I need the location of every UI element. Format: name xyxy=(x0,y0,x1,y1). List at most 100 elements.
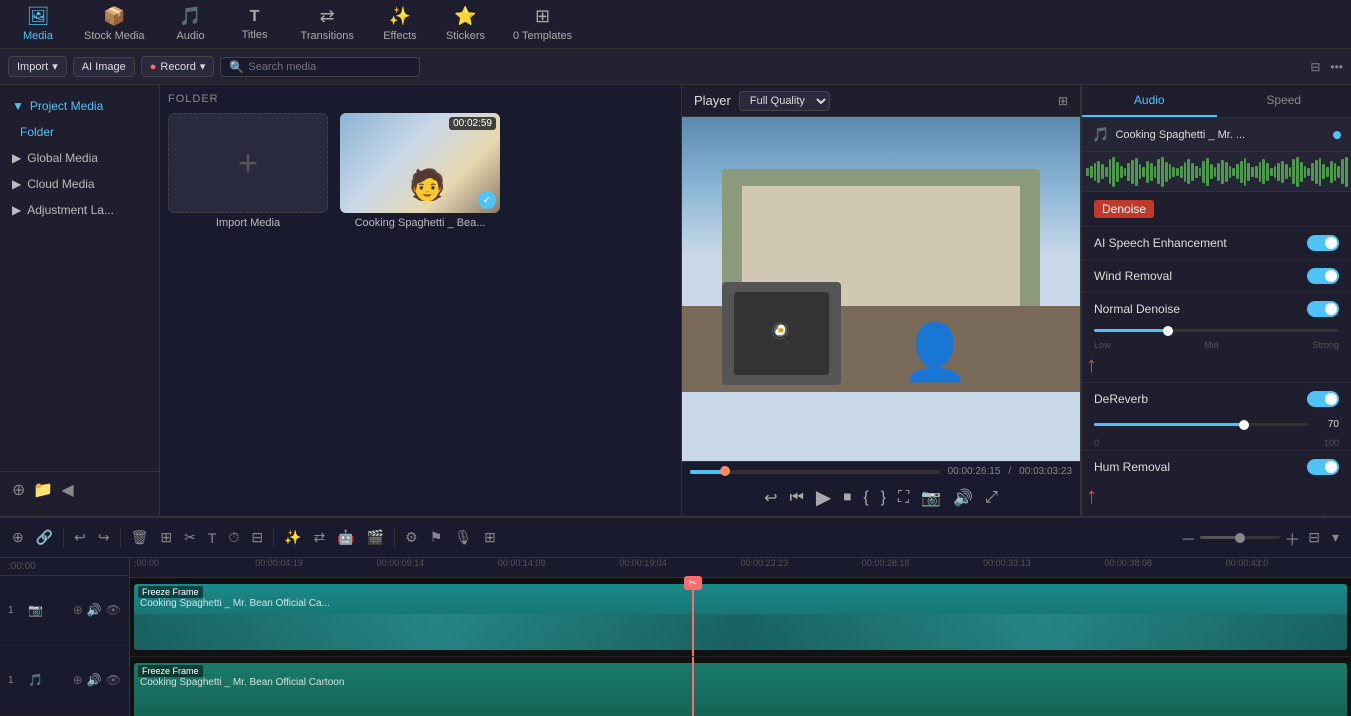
record-tl-button[interactable]: 🎙 xyxy=(450,527,476,548)
play-button[interactable]: ▶ xyxy=(816,485,831,510)
video-add-icon[interactable]: ⊕ xyxy=(73,603,83,617)
folder-icon[interactable]: 📁 xyxy=(33,480,53,500)
nav-audio[interactable]: 🎵 Audio xyxy=(161,2,221,46)
zoom-slider[interactable] xyxy=(1200,536,1280,539)
waveform-bars xyxy=(1086,156,1347,187)
dereverb-toggle[interactable] xyxy=(1307,391,1339,407)
import-media-card[interactable]: + Import Media xyxy=(168,113,328,229)
dereverb-slider[interactable] xyxy=(1094,423,1308,426)
fullscreen-button[interactable]: ⛶ xyxy=(898,489,909,507)
search-input[interactable] xyxy=(248,61,411,73)
sidebar-item-cloud-media[interactable]: ▶ Cloud Media xyxy=(0,171,159,197)
volume-button[interactable]: 🔊 xyxy=(953,488,973,508)
zoom-in-button[interactable]: ＋ xyxy=(1284,526,1300,550)
speed-tl-button[interactable]: ⏱ xyxy=(224,527,243,548)
sidebar-item-folder[interactable]: Folder xyxy=(0,119,159,145)
link-button[interactable]: 🔗 xyxy=(32,527,57,548)
audio-track-icon: 🎵 xyxy=(28,673,43,687)
filter-icon[interactable]: ⊟ xyxy=(1310,60,1320,74)
delete-button[interactable]: 🗑 xyxy=(127,527,153,548)
progress-bar[interactable] xyxy=(690,470,940,474)
audio-clip[interactable]: Freeze Frame Cooking Spaghetti _ Mr. Bea… xyxy=(134,663,1347,716)
audio-nav-icon: 🎵 xyxy=(179,6,201,27)
nav-audio-label: Audio xyxy=(176,30,204,42)
nav-effects[interactable]: ✨ Effects xyxy=(370,2,430,46)
effects-tl-button[interactable]: ✨ xyxy=(280,527,305,548)
transition-tl-button[interactable]: ⇄ xyxy=(310,527,330,548)
text-button[interactable]: T xyxy=(204,528,221,548)
audio-clip-icon: 🎵 xyxy=(1092,126,1109,143)
settings-tl-button[interactable]: ⚙ xyxy=(401,527,422,548)
step-back-button[interactable]: ⏮ xyxy=(790,489,804,507)
video-clip[interactable]: Freeze Frame Cooking Spaghetti _ Mr. Bea… xyxy=(134,584,1347,650)
mark-in-button[interactable]: { xyxy=(863,489,868,507)
expand-icon[interactable]: ⊞ xyxy=(1058,94,1068,108)
video-hide-icon[interactable]: 👁 xyxy=(106,603,121,617)
more-tl-button[interactable]: ⊟ xyxy=(247,527,267,548)
effect-wind-header: Wind Removal xyxy=(1082,260,1351,292)
sidebar-arrow-adjustment: ▶ xyxy=(12,203,21,217)
nav-titles[interactable]: T Titles xyxy=(225,4,285,45)
more-zoom-button[interactable]: ▾ xyxy=(1328,527,1343,548)
effect-hum-removal: Hum Removal ↑ -25 dB -60 0 xyxy=(1082,451,1351,516)
wind-removal-toggle[interactable] xyxy=(1307,268,1339,284)
redo-button[interactable]: ↪ xyxy=(94,527,114,548)
import-chevron-icon: ▾ xyxy=(52,60,58,73)
clip-thumbnails xyxy=(134,614,1347,650)
ai-image-button[interactable]: AI Image xyxy=(73,57,135,77)
nav-stickers[interactable]: ⭐ Stickers xyxy=(434,2,497,46)
clip-tl-button[interactable]: 🎬 xyxy=(363,527,388,548)
add-track-button[interactable]: ⊕ xyxy=(8,527,28,548)
more-options-button[interactable]: ⤢ xyxy=(985,489,998,507)
normal-denoise-slider[interactable] xyxy=(1094,329,1339,332)
timeline-ruler: :00:00 00:00:04:19 00:00:09:14 00:00:14:… xyxy=(130,558,1351,578)
audio-track-row: Freeze Frame Cooking Spaghetti _ Mr. Bea… xyxy=(130,657,1351,716)
nav-templates[interactable]: ⊞ 0 Templates xyxy=(501,2,584,46)
mark-out-button[interactable]: } xyxy=(881,489,886,507)
nav-media[interactable]: 🖼 Media xyxy=(8,2,68,46)
sidebar-collapse-icon[interactable]: ◀ xyxy=(61,480,73,500)
split-button[interactable]: ⊞ xyxy=(156,527,176,548)
zoom-out-button[interactable]: － xyxy=(1180,526,1196,550)
record-chevron-icon: ▾ xyxy=(200,60,206,73)
media-content: FOLDER + Import Media 🧑 00:02:59 xyxy=(160,85,681,516)
hum-slider-row: -25 dB xyxy=(1082,511,1351,516)
nav-stock-media[interactable]: 📦 Stock Media xyxy=(72,2,157,46)
hum-removal-toggle[interactable] xyxy=(1307,459,1339,475)
crop-button[interactable]: ✂ xyxy=(180,527,200,548)
audio-mute-icon[interactable]: 🔊 xyxy=(87,673,102,687)
tab-audio[interactable]: Audio xyxy=(1082,85,1217,117)
ai-tl-button[interactable]: 🤖 xyxy=(333,527,358,548)
normal-denoise-toggle[interactable] xyxy=(1307,301,1339,317)
grid-view-button[interactable]: ⊟ xyxy=(1304,527,1324,548)
ai-speech-toggle[interactable] xyxy=(1307,235,1339,251)
playhead-audio xyxy=(692,657,694,716)
audio-clip-label: Cooking Spaghetti _ Mr. Bean Official Ca… xyxy=(140,677,344,688)
markers-button[interactable]: ⚑ xyxy=(426,527,447,548)
snapshot-button[interactable]: 📷 xyxy=(921,488,941,508)
undo-button[interactable]: ↩ xyxy=(70,527,90,548)
media-clip-card[interactable]: 🧑 00:02:59 ✓ Cooking Spaghetti _ Bea... xyxy=(340,113,500,229)
audio-add-icon[interactable]: ⊕ xyxy=(73,673,83,687)
grid-button[interactable]: ⊞ xyxy=(480,527,500,548)
new-folder-icon[interactable]: ⊕ xyxy=(12,480,25,500)
video-mute-icon[interactable]: 🔊 xyxy=(87,603,102,617)
audio-hide-icon[interactable]: 👁 xyxy=(106,673,121,687)
dereverb-value: 70 xyxy=(1314,419,1339,430)
sidebar-item-global-media[interactable]: ▶ Global Media xyxy=(0,145,159,171)
progress-handle[interactable] xyxy=(720,466,730,476)
tab-speed[interactable]: Speed xyxy=(1217,85,1351,117)
nav-transitions[interactable]: ⇄ Transitions xyxy=(289,2,366,46)
audio-clip-header: 🎵 Cooking Spaghetti _ Mr. ... xyxy=(1082,118,1351,152)
rewind-button[interactable]: ↩ xyxy=(764,488,777,508)
record-button[interactable]: ● Record ▾ xyxy=(141,56,215,77)
sidebar: ▼ Project Media Folder ▶ Global Media ▶ … xyxy=(0,85,160,516)
more-icon[interactable]: ••• xyxy=(1330,60,1343,74)
zoom-handle[interactable] xyxy=(1235,533,1245,543)
sidebar-item-adjustment[interactable]: ▶ Adjustment La... xyxy=(0,197,159,223)
sidebar-adjustment-label: Adjustment La... xyxy=(27,203,114,217)
sidebar-item-project-media[interactable]: ▼ Project Media xyxy=(0,93,159,119)
import-button[interactable]: Import ▾ xyxy=(8,56,67,77)
quality-select[interactable]: Full Quality Half Quality xyxy=(739,91,830,111)
stop-button[interactable]: ⏹ xyxy=(843,489,851,507)
